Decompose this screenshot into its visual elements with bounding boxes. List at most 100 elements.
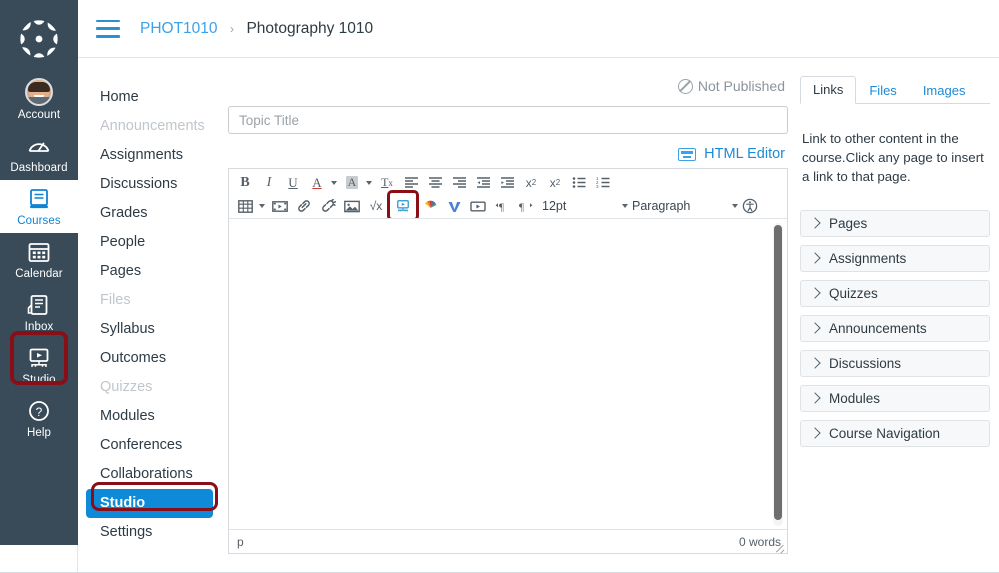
not-published-icon (677, 78, 693, 94)
math-equation-button[interactable]: √x (365, 196, 387, 217)
rich-content-editor: B I U A A Tx x 2 x 2 1 2 3 √x ¶ ¶ 12pt P… (228, 168, 788, 554)
unlink-button[interactable] (317, 196, 339, 217)
font-size-value: 12pt (542, 199, 567, 213)
topic-title-input[interactable] (228, 106, 788, 134)
accordion-item-assignments[interactable]: Assignments (800, 244, 990, 272)
course-nav-item-modules[interactable]: Modules (78, 402, 228, 431)
course-nav-item-studio[interactable]: Studio (86, 489, 213, 518)
course-nav-item-files[interactable]: Files (78, 286, 228, 315)
indent-button[interactable] (496, 172, 518, 193)
global-nav-item-account[interactable]: Account (0, 72, 78, 127)
accordion-item-pages[interactable]: Pages (800, 209, 990, 237)
accordion-item-quizzes[interactable]: Quizzes (800, 279, 990, 307)
vimeo-button[interactable] (443, 196, 465, 217)
chevron-right-icon (809, 392, 821, 404)
bold-button[interactable]: B (234, 172, 256, 193)
accordion-label-modules: Modules (829, 390, 881, 406)
video-embed-button[interactable] (467, 196, 489, 217)
sidebar-tabs: Links Files Images (800, 76, 990, 104)
block-format-select[interactable]: Paragraph (632, 196, 738, 217)
accordion-item-discussions[interactable]: Discussions (800, 349, 990, 377)
accordion-label-pages: Pages (829, 215, 868, 231)
accordion-label-assignments: Assignments (829, 250, 907, 266)
course-nav-item-pages[interactable]: Pages (78, 257, 228, 286)
link-button[interactable] (293, 196, 315, 217)
breadcrumb-course-name: Photography 1010 (246, 19, 374, 37)
editor-scrollbar[interactable] (773, 223, 783, 526)
accessibility-checker-button[interactable] (739, 196, 761, 217)
tab-images[interactable]: Images (910, 77, 979, 104)
ltr-button[interactable]: ¶ (491, 196, 513, 217)
breadcrumb-course-code[interactable]: PHOT1010 (140, 20, 218, 37)
accordion-label-course-navigation: Course Navigation (829, 425, 941, 441)
table-button[interactable] (234, 196, 256, 217)
block-format-value: Paragraph (632, 199, 691, 213)
global-nav-item-dashboard[interactable]: Dashboard (0, 127, 78, 180)
chevron-right-icon (809, 217, 821, 229)
highlight-color-dropdown[interactable] (364, 172, 373, 193)
course-nav-item-syllabus[interactable]: Syllabus (78, 315, 228, 344)
global-nav-item-studio[interactable]: Studio (0, 339, 78, 392)
chevron-right-icon (809, 357, 821, 369)
course-nav-item-people[interactable]: People (78, 228, 228, 257)
editor-scrollbar-thumb[interactable] (774, 225, 782, 520)
course-nav-item-grades[interactable]: Grades (78, 199, 228, 228)
text-color-dropdown[interactable] (329, 172, 338, 193)
resize-grip[interactable] (775, 542, 785, 552)
breadcrumb-separator: › (230, 21, 234, 36)
text-color-button[interactable]: A (306, 172, 328, 193)
underline-button[interactable]: U (282, 172, 304, 193)
editor-content-area[interactable] (229, 218, 787, 529)
align-left-button[interactable] (400, 172, 422, 193)
course-nav-item-collaborations[interactable]: Collaborations (78, 460, 228, 489)
course-nav-item-outcomes[interactable]: Outcomes (78, 344, 228, 373)
table-dropdown[interactable] (257, 196, 266, 217)
global-nav-label-courses: Courses (17, 215, 61, 227)
tab-files[interactable]: Files (856, 77, 909, 104)
align-center-button[interactable] (424, 172, 446, 193)
accordion-item-announcements[interactable]: Announcements (800, 314, 990, 342)
tab-links[interactable]: Links (800, 76, 857, 104)
course-nav-item-settings[interactable]: Settings (78, 518, 228, 547)
course-nav-item-quizzes[interactable]: Quizzes (78, 373, 228, 402)
course-nav-item-announcements[interactable]: Announcements (78, 112, 228, 141)
global-nav-item-calendar[interactable]: Calendar (0, 233, 78, 286)
canvas-logo[interactable] (16, 16, 62, 62)
course-nav-item-conferences[interactable]: Conferences (78, 431, 228, 460)
course-nav-item-discussions[interactable]: Discussions (78, 170, 228, 199)
global-nav-label-account: Account (17, 109, 61, 121)
svg-text:¶: ¶ (499, 201, 504, 213)
element-path: p (237, 534, 244, 549)
studio-button[interactable] (392, 196, 414, 217)
accordion-item-modules[interactable]: Modules (800, 384, 990, 412)
course-nav-item-assignments[interactable]: Assignments (78, 141, 228, 170)
clear-formatting-button[interactable]: Tx (376, 172, 398, 193)
rtl-button[interactable]: ¶ (515, 196, 537, 217)
font-size-select[interactable]: 12pt (542, 196, 628, 217)
superscript-button[interactable]: x2 (520, 172, 542, 193)
italic-button[interactable]: I (258, 172, 280, 193)
global-nav-label-help: Help (26, 427, 52, 439)
numbered-list-button[interactable]: 123 (592, 172, 614, 193)
accordion-item-course-navigation[interactable]: Course Navigation (800, 419, 990, 447)
outdent-button[interactable] (472, 172, 494, 193)
media-button[interactable] (269, 196, 291, 217)
highlight-color-button[interactable]: A (341, 172, 363, 193)
sidebar-description: Link to other content in the course.Clic… (802, 131, 984, 185)
global-nav-item-help[interactable]: ? Help (0, 392, 78, 445)
global-nav-label-studio: Studio (22, 374, 56, 386)
hamburger-icon[interactable] (96, 19, 120, 38)
bulleted-list-button[interactable] (568, 172, 590, 193)
global-nav-item-inbox[interactable]: Inbox (0, 286, 78, 339)
canvas-discussion-editor-screen: Account Dashboard Courses Calendar Inbox… (0, 0, 999, 573)
align-right-button[interactable] (448, 172, 470, 193)
course-nav-item-home[interactable]: Home (78, 83, 228, 112)
html-editor-link[interactable]: HTML Editor (704, 146, 785, 162)
subscript-button[interactable]: x2 (544, 172, 566, 193)
global-navigation: Account Dashboard Courses Calendar Inbox… (0, 0, 78, 545)
image-button[interactable] (341, 196, 363, 217)
course-navigation: Home Announcements Assignments Discussio… (78, 58, 228, 545)
chevron-right-icon (809, 252, 821, 264)
global-nav-item-courses[interactable]: Courses (0, 180, 78, 233)
nbc-learn-button[interactable] (419, 196, 441, 217)
